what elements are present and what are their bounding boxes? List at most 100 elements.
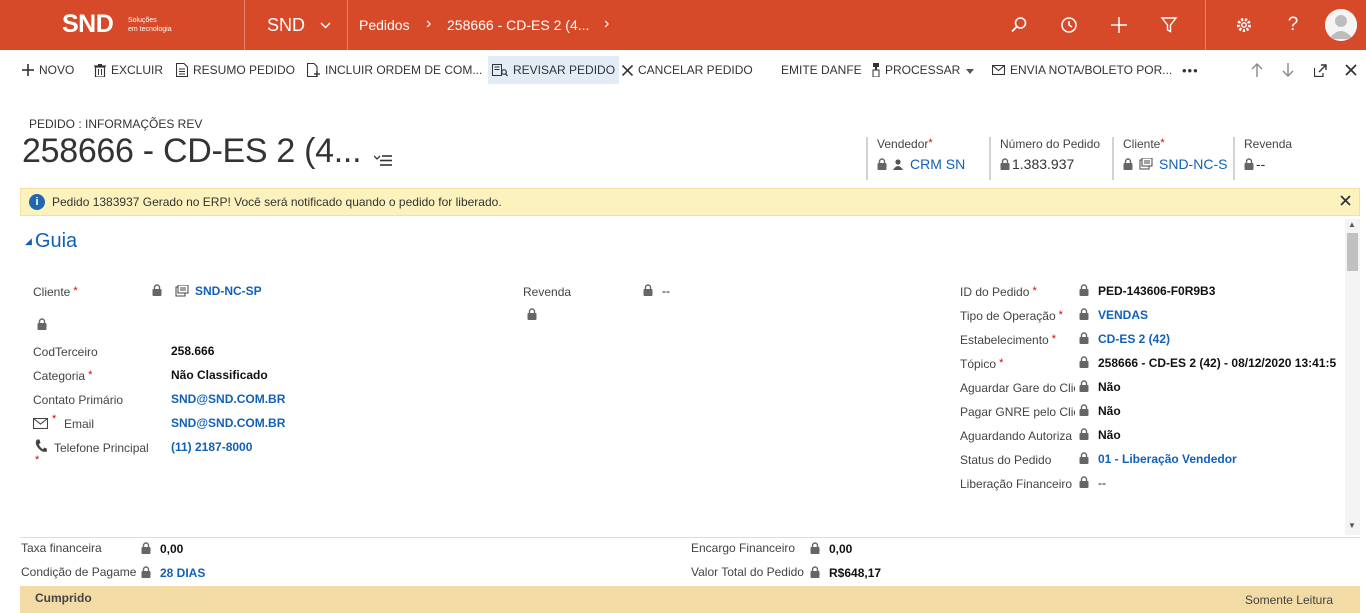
issue-danfe-button[interactable]: EMITE DANFE — [781, 56, 862, 84]
cliente-label: Cliente — [1123, 137, 1161, 151]
delete-button-label: EXCLUIR — [111, 63, 164, 77]
review-icon — [492, 63, 508, 77]
status-pedido-link[interactable]: 01 - Liberação Vendedor — [1098, 452, 1237, 466]
cancel-order-label: CANCELAR PEDIDO — [638, 63, 753, 77]
header-field-cliente: Cliente* SND-NC-S — [1112, 137, 1232, 180]
header-field-numero-pedido: Número do Pedido 1.383.937 — [989, 137, 1111, 180]
breadcrumb-next-icon[interactable]: › — [604, 15, 609, 33]
close-icon[interactable] — [1342, 61, 1360, 79]
search-icon[interactable] — [1007, 13, 1031, 37]
section-header[interactable]: ◢ Guia — [25, 230, 77, 253]
order-summary-label: RESUMO PEDIDO — [193, 63, 296, 77]
send-invoice-button[interactable]: ENVIA NOTA/BOLETO POR... — [992, 56, 1172, 84]
lock-icon — [141, 566, 151, 578]
delete-button[interactable]: EXCLUIR — [94, 56, 163, 84]
tipo-operacao-label: Tipo de Operação * — [960, 309, 1075, 323]
pagar-gnre-label: Pagar GNRE pelo Clie — [960, 405, 1075, 419]
estabelecimento-label: Estabelecimento * — [960, 333, 1075, 347]
collapse-triangle-icon: ◢ — [25, 236, 32, 246]
revenda-field-label: Revenda — [523, 285, 572, 299]
status-pedido-label: Status do Pedido — [960, 453, 1052, 467]
entity-form-label: PEDIDO : INFORMAÇÕES REV — [29, 117, 203, 131]
breadcrumb-record[interactable]: 258666 - CD-ES 2 (4... — [447, 17, 589, 33]
topico-label: Tópico * — [960, 357, 1075, 371]
info-icon: i — [29, 194, 45, 210]
breadcrumb-separator: › — [426, 15, 432, 32]
help-icon[interactable]: ? — [1281, 13, 1305, 37]
header-field-vendedor: Vendedor* CRM SN — [866, 137, 988, 180]
lock-icon — [527, 308, 537, 320]
liberacao-financeiro-value: -- — [1098, 476, 1106, 490]
order-summary-button[interactable]: RESUMO PEDIDO — [176, 56, 295, 84]
more-commands-button[interactable]: ••• — [1182, 56, 1199, 84]
trash-icon — [94, 63, 106, 77]
required-marker: * — [1029, 285, 1037, 297]
aguardar-gare-label: Aguardar Gare do Clie — [960, 381, 1075, 395]
process-icon — [872, 63, 880, 77]
scrollbar-thumb[interactable] — [1347, 233, 1358, 271]
logo[interactable]: SND Soluções em tecnologia — [0, 0, 245, 50]
chevron-down-icon — [320, 18, 331, 32]
settings-icon[interactable] — [1232, 13, 1256, 37]
breadcrumb-pedidos[interactable]: Pedidos — [359, 17, 410, 33]
close-notification-icon[interactable] — [1340, 195, 1351, 209]
plus-icon[interactable] — [1107, 13, 1131, 37]
account-icon — [175, 285, 189, 297]
tipo-operacao-link[interactable]: VENDAS — [1098, 308, 1148, 322]
condicao-pagamento-label: Condição de Pagamer — [21, 565, 136, 579]
include-purchase-order-button[interactable]: INCLUIR ORDEM DE COM... — [307, 56, 482, 84]
required-marker: * — [1055, 309, 1063, 321]
previous-record-icon[interactable] — [1248, 61, 1266, 79]
vendedor-link[interactable]: CRM SN — [910, 156, 965, 172]
encargo-financeiro-value: 0,00 — [829, 542, 853, 556]
revenda-value: -- — [1256, 156, 1266, 172]
user-icon — [893, 158, 903, 170]
contato-primario-link[interactable]: SND@SND.COM.BR — [171, 392, 285, 406]
numero-pedido-label: Número do Pedido — [1000, 137, 1101, 151]
review-order-button[interactable]: REVISAR PEDIDO — [488, 56, 620, 84]
telefone-link[interactable]: (11) 2187-8000 — [171, 440, 252, 454]
page-title: 258666 - CD-ES 2 (4... — [22, 132, 362, 170]
estabelecimento-link[interactable]: CD-ES 2 (42) — [1098, 332, 1170, 346]
lock-icon — [152, 284, 162, 296]
app-name: SND — [267, 15, 306, 35]
tipo-operacao-label-text: Tipo de Operação — [960, 309, 1056, 323]
valor-total-label: Valor Total do Pedido — [691, 565, 804, 579]
plus-icon — [22, 64, 34, 76]
required-marker: * — [1048, 333, 1057, 345]
email-link[interactable]: SND@SND.COM.BR — [171, 416, 285, 430]
command-bar: NOVO EXCLUIR RESUMO PEDIDO INCLUIR ORDEM… — [0, 50, 1366, 90]
close-icon — [622, 64, 633, 76]
logo-text: SND — [62, 10, 114, 38]
form-selector-icon[interactable] — [373, 153, 392, 171]
history-icon[interactable] — [1057, 13, 1081, 37]
next-record-icon[interactable] — [1279, 61, 1297, 79]
categoria-label-text: Categoria — [33, 369, 86, 383]
id-pedido-label-text: ID do Pedido — [960, 285, 1030, 299]
lock-icon — [141, 542, 151, 554]
cancel-order-button[interactable]: CANCELAR PEDIDO — [622, 56, 753, 84]
cliente-field-label-text: Cliente — [33, 285, 71, 299]
cliente-link[interactable]: SND-NC-S — [1159, 156, 1227, 172]
app-switcher[interactable]: SND — [246, 0, 348, 50]
status-bar: Cumprido Somente Leitura — [20, 586, 1360, 613]
filter-icon[interactable] — [1157, 13, 1181, 37]
process-dropdown-button[interactable]: PROCESSAR — [872, 56, 975, 84]
condicao-pagamento-link[interactable]: 28 DIAS — [160, 566, 205, 580]
lock-icon — [1000, 158, 1010, 170]
required-marker: * — [85, 369, 93, 381]
categoria-value[interactable]: Não Classificado — [171, 368, 268, 382]
lock-icon — [37, 318, 47, 330]
document-icon — [176, 63, 188, 77]
open-new-window-icon[interactable] — [1311, 61, 1329, 79]
logo-subtitle-line1: Soluções — [128, 17, 157, 24]
new-button[interactable]: NOVO — [22, 56, 74, 84]
scroll-down-icon[interactable]: ▼ — [1348, 521, 1356, 530]
topbar-divider — [1205, 0, 1206, 50]
codterceiro-label: CodTerceiro — [33, 345, 98, 359]
avatar[interactable] — [1325, 9, 1357, 41]
scroll-up-icon[interactable]: ▲ — [1348, 220, 1356, 229]
email-label: Email — [64, 417, 95, 431]
cliente-link[interactable]: SND-NC-SP — [195, 284, 262, 298]
estabelecimento-label-text: Estabelecimento — [960, 333, 1049, 347]
